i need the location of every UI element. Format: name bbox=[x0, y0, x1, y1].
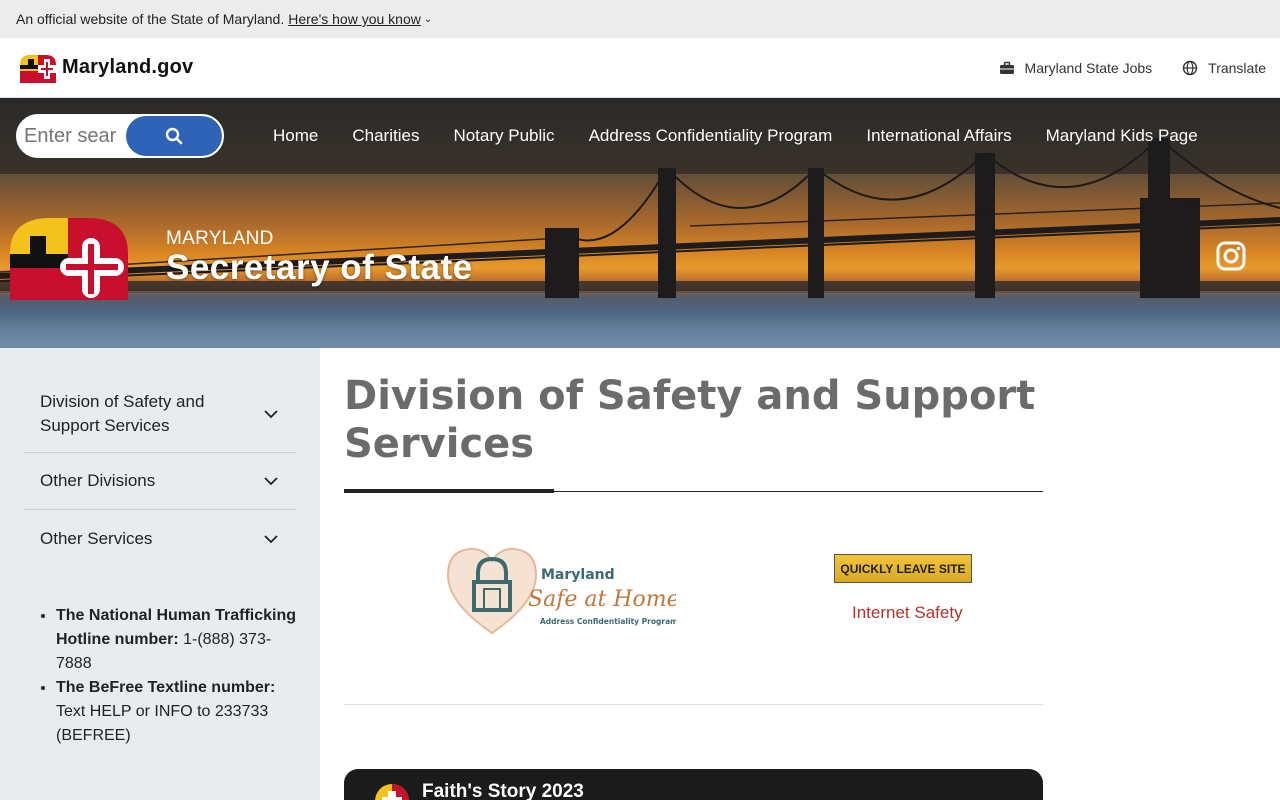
chevron-down-icon bbox=[264, 534, 278, 543]
state-jobs-label: Maryland State Jobs bbox=[1024, 59, 1153, 76]
title-divider-accent bbox=[344, 489, 554, 493]
how-you-know-link[interactable]: Here's how you know bbox=[288, 11, 421, 27]
maryland-flag-icon bbox=[20, 54, 56, 83]
official-banner: An official website of the State of Mary… bbox=[0, 0, 1280, 38]
content-divider bbox=[344, 704, 1043, 705]
hero-kicker: MARYLAND bbox=[166, 228, 274, 249]
sidebar-item-other-services[interactable]: Other Services bbox=[24, 510, 296, 567]
top-links: Maryland State Jobs Translate bbox=[999, 60, 1266, 76]
list-item: The National Human Trafficking Hotline n… bbox=[56, 604, 304, 676]
hero-banner: Home Charities Notary Public Address Con… bbox=[0, 98, 1280, 348]
instagram-icon bbox=[1216, 241, 1246, 271]
sidebar-item-label: Other Services bbox=[40, 528, 153, 548]
maryland-seal-icon bbox=[10, 218, 128, 300]
maryland-flag-icon bbox=[375, 784, 409, 800]
hotline-label: The BeFree Textline number: bbox=[56, 679, 276, 696]
video-title: Faith's Story 2023 bbox=[422, 781, 584, 800]
search-button[interactable] bbox=[126, 116, 222, 156]
logo-line1: Maryland bbox=[541, 567, 615, 583]
list-item: The BeFree Textline number: Text HELP or… bbox=[56, 676, 304, 748]
chevron-down-icon[interactable]: ⌄ bbox=[424, 14, 432, 25]
chevron-down-icon bbox=[264, 410, 278, 419]
instagram-link[interactable] bbox=[1216, 241, 1246, 276]
nav-international-affairs[interactable]: International Affairs bbox=[866, 126, 1011, 146]
nav-home[interactable]: Home bbox=[273, 126, 318, 146]
safe-at-home-logo[interactable]: Maryland Safe at Home Address Confidenti… bbox=[444, 545, 680, 637]
sidebar-item-label: Other Divisions bbox=[40, 471, 156, 490]
nav-notary-public[interactable]: Notary Public bbox=[453, 126, 554, 146]
top-header: Maryland.gov Maryland State Jobs Transla… bbox=[0, 38, 1280, 98]
globe-icon bbox=[1182, 60, 1198, 75]
video-card[interactable]: Faith's Story 2023 bbox=[344, 769, 1043, 800]
logo-line2: Safe at Home bbox=[528, 587, 676, 612]
internet-safety-link[interactable]: Internet Safety bbox=[852, 603, 963, 623]
translate-label: Translate bbox=[1208, 59, 1266, 76]
quickly-leave-site-button[interactable]: QUICKLY LEAVE SITE bbox=[834, 554, 972, 583]
nav-kids-page[interactable]: Maryland Kids Page bbox=[1046, 126, 1198, 146]
sidebar-item-label: Division of Safety and Support Services bbox=[40, 392, 205, 435]
brand-logo[interactable]: Maryland.gov bbox=[16, 53, 193, 83]
hero-title: Secretary of State bbox=[166, 248, 473, 287]
sidebar: Division of Safety and Support Services … bbox=[0, 348, 320, 800]
search-icon bbox=[165, 127, 183, 145]
search-input[interactable] bbox=[18, 116, 128, 156]
main-nav: Home Charities Notary Public Address Con… bbox=[256, 98, 1215, 174]
nav-charities[interactable]: Charities bbox=[352, 126, 419, 146]
search-box bbox=[16, 114, 224, 158]
chevron-down-icon bbox=[264, 477, 278, 486]
sidebar-item-other-divisions[interactable]: Other Divisions bbox=[24, 453, 296, 510]
briefcase-icon bbox=[999, 61, 1014, 74]
translate-link[interactable]: Translate bbox=[1182, 60, 1266, 76]
hotline-value: Text HELP or INFO to 233733 (BEFREE) bbox=[56, 703, 269, 744]
sidebar-item-safety-support[interactable]: Division of Safety and Support Services bbox=[24, 376, 296, 453]
official-banner-text: An official website of the State of Mary… bbox=[16, 11, 285, 27]
brand-name: Maryland.gov bbox=[62, 56, 194, 78]
page-title: Division of Safety and Support Services bbox=[344, 373, 1036, 467]
nav-address-confidentiality[interactable]: Address Confidentiality Program bbox=[589, 126, 833, 146]
state-jobs-link[interactable]: Maryland State Jobs bbox=[999, 59, 1153, 76]
logo-line3: Address Confidentiality Program bbox=[540, 617, 676, 626]
hotline-list: The National Human Trafficking Hotline n… bbox=[24, 604, 304, 748]
heart-lock-icon: Maryland Safe at Home Address Confidenti… bbox=[446, 547, 680, 635]
